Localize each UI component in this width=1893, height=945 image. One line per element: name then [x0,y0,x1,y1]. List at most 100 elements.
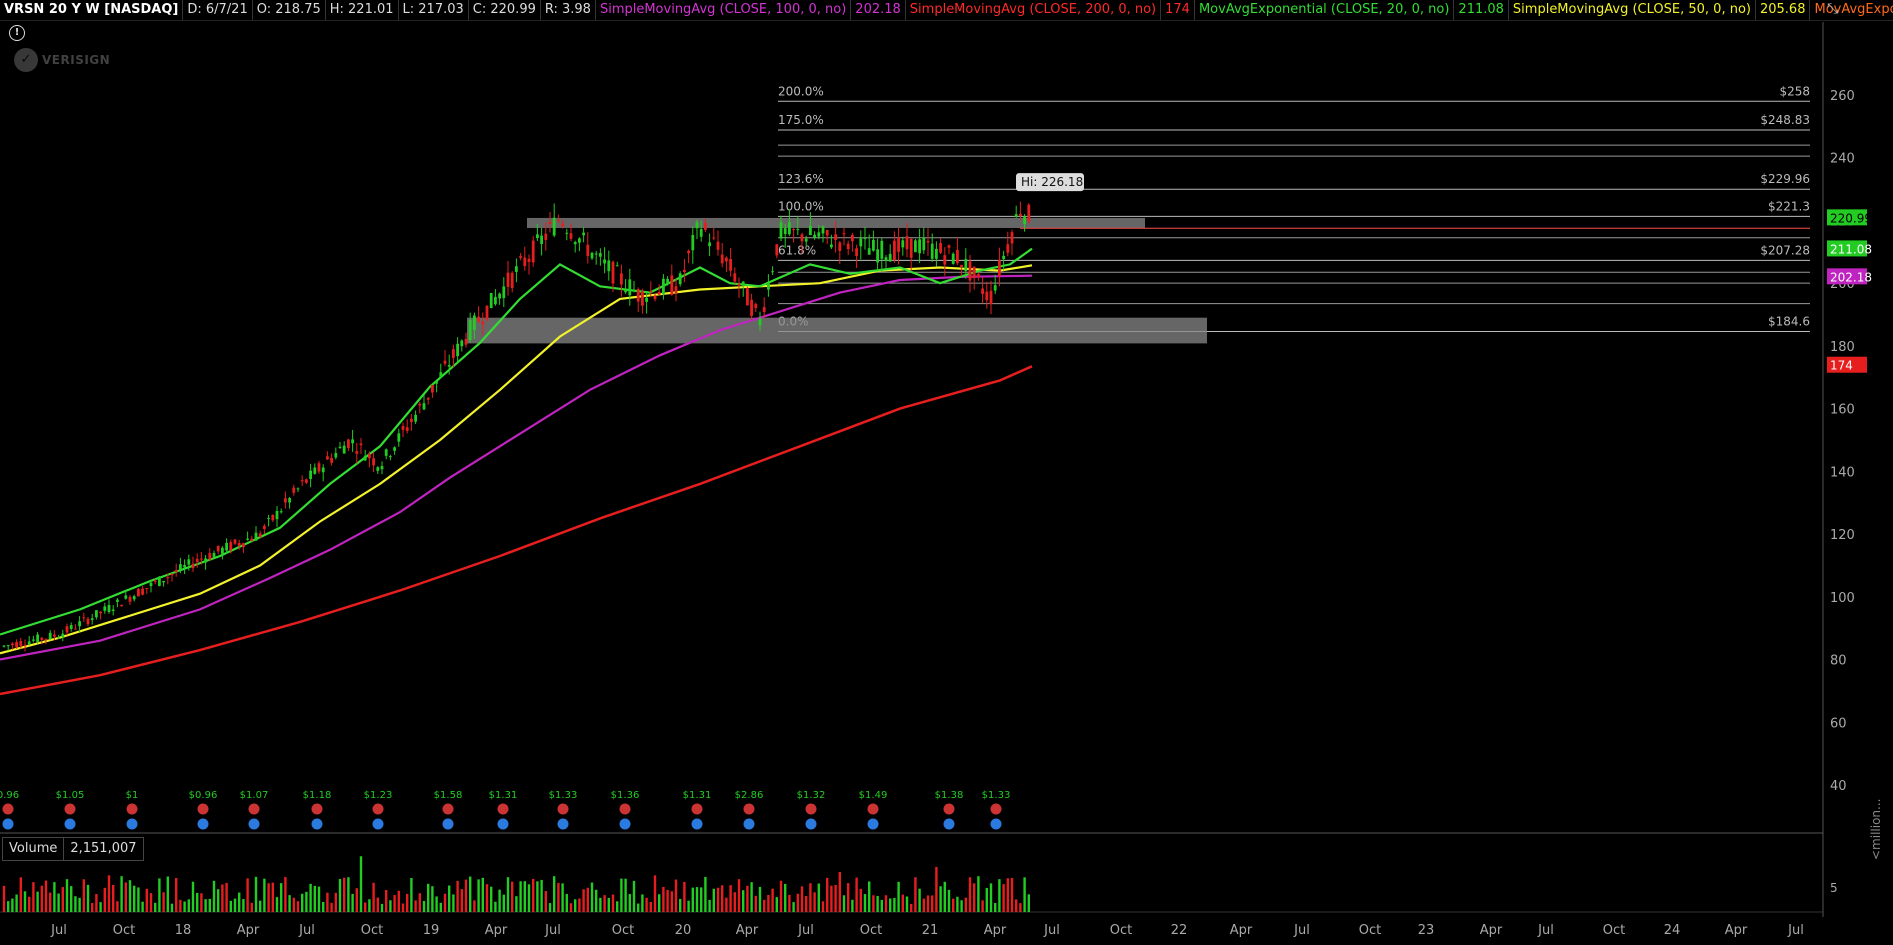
volume-bar [229,900,232,912]
volume-bar [977,876,980,912]
volume-bar [2,885,6,912]
earnings-icon [126,818,138,830]
candle-body [872,239,875,251]
volume-bar [548,903,552,912]
volume-bar [582,889,585,912]
candle-body [460,340,464,347]
candle-body [149,582,153,587]
earnings-icon [743,818,755,830]
candle-body [930,243,934,259]
volume-bar [985,887,988,912]
candle-body [162,581,165,583]
candle-body [653,295,657,300]
volume-bar [217,889,220,912]
volume-bar [267,883,270,912]
volume-bar [305,891,308,912]
candle-body [989,290,993,305]
candle-body [800,234,804,242]
price-tick: 240 [1830,152,1855,167]
volume-bar [511,881,514,912]
volume-bar [914,877,917,912]
volume-bar [183,901,186,912]
candle-body [1023,216,1026,224]
candle-body [628,279,632,296]
candle-body [405,427,409,431]
earnings-icon [497,818,509,830]
candle-body [216,545,220,552]
time-tick: Oct [1603,923,1625,938]
time-tick: Jul [298,923,315,938]
volume-bar [53,882,56,912]
dividend-label: $1.36 [611,790,640,801]
candle-body [53,634,56,637]
candle-body [783,228,787,234]
volume-bar [821,901,825,912]
volume-bar [200,893,203,912]
candle-body [347,439,350,449]
candle-body [82,617,86,619]
candle-body [821,226,825,234]
volume-bar [28,896,31,912]
candle-body [716,241,720,250]
candle-body [393,447,396,451]
candle-body [225,542,228,551]
volume-bar [401,903,405,912]
volume-bar [1010,877,1014,912]
volume-label[interactable]: Volume [3,838,65,860]
time-tick: Oct [860,923,882,938]
volume-bar [561,883,564,912]
candle-body [288,498,291,503]
candle-body [69,625,73,630]
volume-bar [32,882,35,912]
dividend-icon [2,803,14,815]
candle-body [1027,204,1031,222]
volume-bar [322,902,325,912]
volume-bar [464,879,468,912]
volume-bar [313,885,316,912]
candle-body [809,225,812,236]
candle-body [792,229,795,231]
candle-body [376,467,380,471]
time-tick: Apr [237,923,260,938]
dividend-label: $1.31 [683,790,712,801]
volume-bar [460,889,463,912]
volume-bar [532,878,535,912]
candle-body [729,259,732,271]
candle-body [599,253,602,257]
candle-body [960,264,963,267]
candle-body [418,404,422,406]
volume-tick: 5 [1830,881,1838,895]
volume-bar [771,888,774,912]
candle-body [342,445,346,454]
candle-body [296,488,300,490]
candle-body [624,289,627,293]
volume-bar [536,881,539,912]
time-tick: Jul [1043,923,1060,938]
volume-bar [607,897,610,912]
candle-body [884,257,888,261]
volume-bar [880,899,883,912]
candle-body [439,372,443,378]
volume-bar [817,883,820,912]
volume-bar [599,897,602,912]
candle-body [48,632,52,640]
volume-bar [695,887,699,912]
candle-body [569,233,573,239]
dividend-icon [743,803,755,815]
volume-bar [565,894,568,912]
dividend-icon [442,803,454,815]
price-chart[interactable]: 260240220200180160140120100806040200.0%$… [0,0,1893,945]
volume-bar [779,880,783,912]
candle-body [939,243,942,253]
candle-body [284,498,287,503]
candle-body [158,576,161,586]
candle-body [582,232,585,236]
volume-bar [943,881,946,912]
candle-body [515,266,518,272]
candle-body [552,217,556,236]
candle-body [111,609,115,611]
volume-bar [154,902,157,912]
candle-body [1019,213,1022,217]
candle-body [897,237,900,252]
volume-bar [574,899,577,912]
